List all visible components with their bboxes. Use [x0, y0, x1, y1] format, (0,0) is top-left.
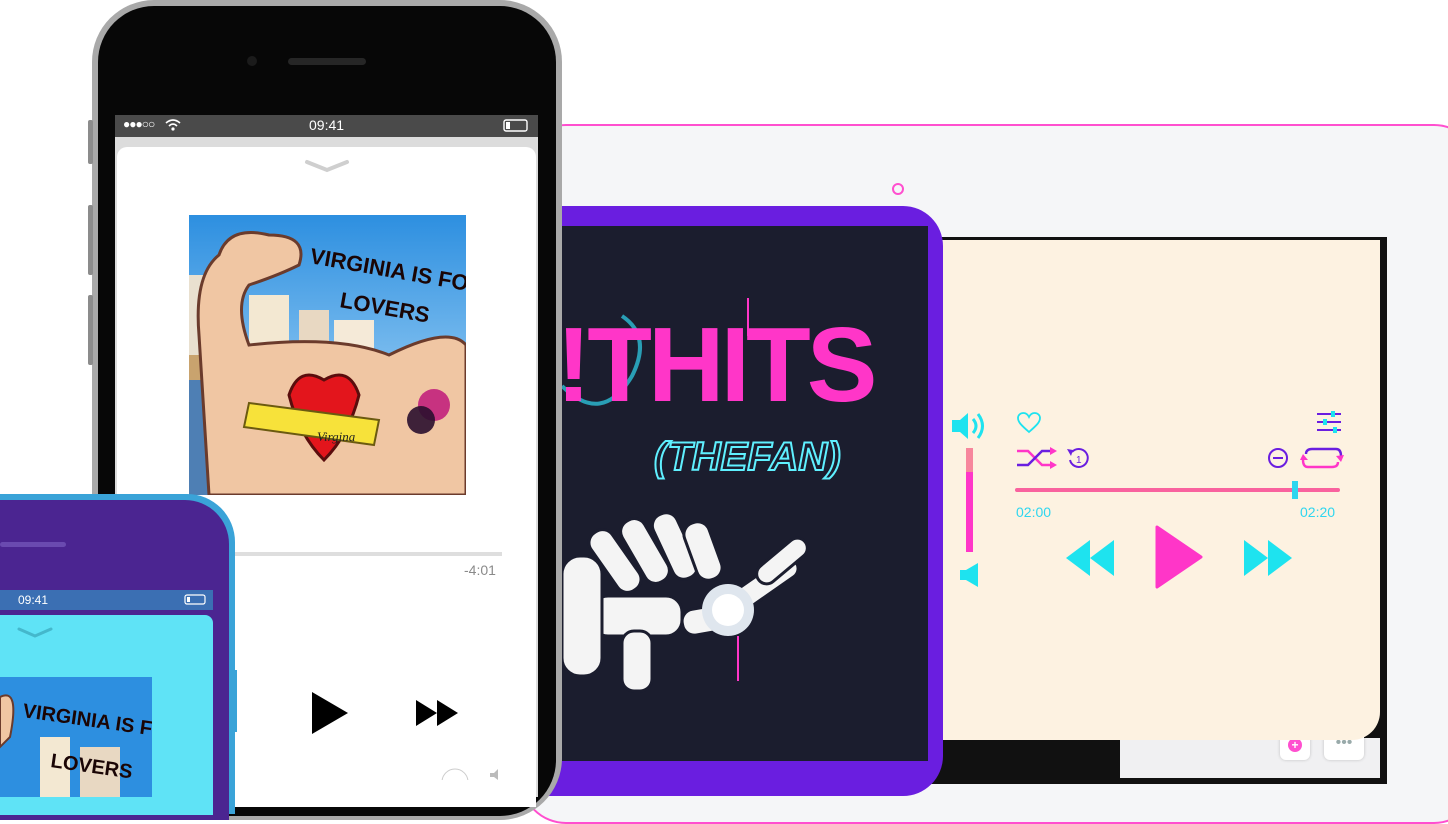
battery-icon [503, 119, 528, 132]
cover-title: !THITS [562, 306, 874, 424]
status-time: 09:41 [309, 117, 345, 133]
repeat-icon[interactable] [1300, 444, 1344, 472]
minus-circle-icon[interactable] [1266, 446, 1290, 470]
time-elapsed: 02:00 [1016, 504, 1052, 520]
svg-text:1: 1 [1076, 455, 1082, 466]
time-total: 02:20 [1300, 504, 1336, 520]
phone-volume-down[interactable] [88, 295, 93, 365]
chevron-down-icon[interactable] [16, 626, 54, 640]
play-button[interactable] [1154, 524, 1204, 590]
volume-slider-remaining [966, 448, 973, 472]
fast-forward-icon[interactable] [1242, 538, 1294, 578]
phone-progress-bar[interactable] [230, 552, 502, 556]
phone-side-button[interactable] [88, 120, 93, 164]
heart-icon[interactable] [1017, 412, 1041, 434]
volume-icon[interactable] [950, 410, 990, 442]
phone-speaker [288, 58, 366, 65]
album-art-graphic: Virgina VIRGINIA IS FOR LOVERS [189, 215, 466, 495]
status-bar: ●●●○○ 09:41 [115, 115, 538, 137]
shuffle-icon[interactable] [1016, 446, 1058, 470]
signal-dots: ●●●○○ [123, 117, 155, 131]
plus-icon: + [1288, 738, 1302, 752]
phone2-status-time: 09:41 [18, 593, 49, 607]
phone2-side-button[interactable] [231, 670, 237, 732]
volume-controls[interactable] [440, 766, 510, 780]
phone2-speaker [0, 542, 66, 547]
album-art[interactable]: VIRGINIA IS FOR LOVERS [0, 677, 152, 797]
volume-low-icon[interactable] [958, 562, 982, 588]
phone2-status-bar: 09:41 [0, 590, 213, 610]
art-banner: Virgina [317, 429, 356, 444]
album-art[interactable]: Virgina VIRGINIA IS FOR LOVERS [189, 215, 466, 495]
phone-volume-up[interactable] [88, 205, 93, 275]
phone-camera [247, 56, 257, 66]
time-remaining: -4:01 [464, 562, 496, 578]
battery-icon [184, 594, 206, 605]
tablet-camera [892, 183, 904, 195]
cover-subtitle: (THEFAN) [654, 435, 841, 479]
progress-knob[interactable] [1291, 481, 1298, 499]
rewind-icon[interactable] [1064, 538, 1116, 578]
album-art-graphic: VIRGINIA IS FOR LOVERS [0, 677, 152, 797]
fast-forward-icon[interactable] [415, 699, 461, 727]
wifi-icon [165, 119, 181, 131]
chevron-down-icon[interactable] [304, 158, 350, 174]
replay-one-icon[interactable]: 1 [1066, 446, 1092, 470]
play-button[interactable] [310, 690, 350, 736]
album-art-graphic: !THITS (THEFAN) [562, 226, 928, 761]
equalizer-icon[interactable] [1315, 410, 1343, 434]
album-art[interactable]: !THITS (THEFAN) [562, 226, 928, 761]
